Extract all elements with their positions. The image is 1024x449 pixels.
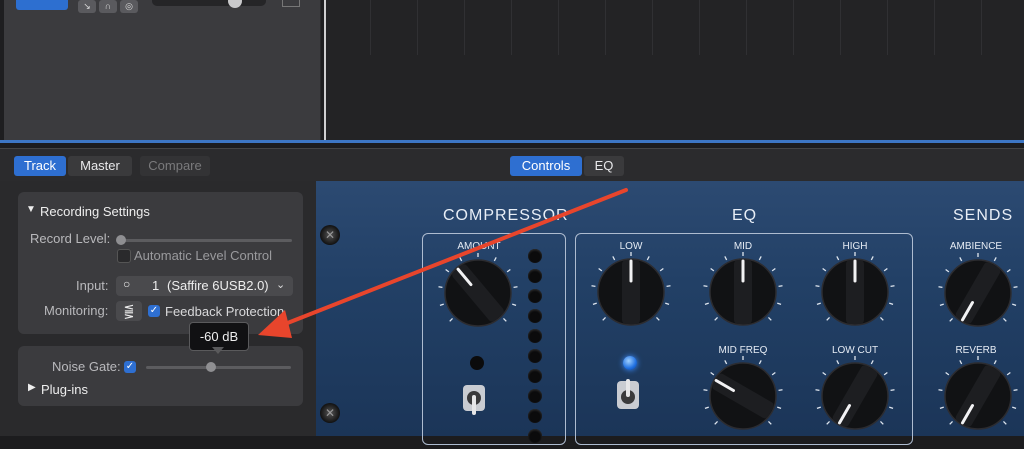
monitoring-icon[interactable]: ⪋ (116, 301, 142, 321)
noise-gate-group (18, 346, 303, 406)
chevron-down-icon: ⌄ (276, 279, 286, 291)
recording-settings-header[interactable]: Recording Settings (40, 204, 150, 219)
input-device: (Saffire 6USB2.0) (167, 278, 269, 293)
tab-eq[interactable]: EQ (584, 156, 624, 176)
mid-freq-knob[interactable] (701, 354, 785, 438)
plugins-label[interactable]: Plug-ins (41, 382, 88, 397)
track-volume-slider[interactable] (152, 0, 266, 6)
feedback-protection-label: Feedback Protection (165, 304, 285, 319)
sends-title: SENDS (953, 207, 1014, 224)
noise-gate-label: Noise Gate: (52, 359, 121, 374)
noise-gate-checkbox[interactable]: ✓ (124, 361, 136, 373)
mute-icon[interactable]: ↘ (78, 0, 96, 13)
eq-title: EQ (732, 207, 758, 224)
gain-reduction-meter (528, 249, 542, 449)
input-label: Input: (76, 278, 109, 293)
track-header[interactable] (4, 0, 321, 143)
noise-gate-slider[interactable] (146, 366, 291, 369)
input-select[interactable]: ○ 1 (Saffire 6USB2.0) ⌄ (116, 276, 293, 296)
track-icon-group: ↘ ∩ ◎ (78, 0, 144, 13)
compressor-toggle-switch[interactable] (462, 379, 486, 417)
timeline[interactable] (326, 0, 1024, 143)
tab-master[interactable]: Master (68, 156, 132, 176)
record-level-label: Record Level: (30, 231, 111, 246)
disclosure-closed-icon[interactable]: ▶ (28, 382, 36, 393)
headphones-icon[interactable]: ∩ (99, 0, 117, 13)
track-number-button[interactable] (16, 0, 68, 10)
high-knob[interactable] (813, 250, 897, 334)
low-knob[interactable] (589, 250, 673, 334)
ambience-knob[interactable] (936, 251, 1020, 335)
track-pan-icon[interactable] (282, 0, 300, 7)
record-enable-icon[interactable]: ◎ (120, 0, 138, 13)
mono-input-icon: ○ (123, 277, 131, 291)
automatic-level-control-checkbox[interactable] (117, 249, 131, 263)
eq-led (623, 356, 637, 370)
eq-toggle-switch[interactable] (616, 377, 640, 415)
screw-icon: ✕ (320, 403, 340, 423)
compressor-title: COMPRESSOR (443, 207, 569, 224)
low-cut-knob[interactable] (813, 354, 897, 438)
tab-controls[interactable]: Controls (510, 156, 582, 176)
selection-edge (0, 140, 1024, 143)
tab-track[interactable]: Track (14, 156, 66, 176)
input-channel: 1 (152, 278, 160, 293)
playhead[interactable] (324, 0, 326, 143)
record-level-knob[interactable] (116, 235, 126, 245)
tooltip-tail (212, 347, 224, 354)
amount-knob[interactable] (436, 251, 520, 335)
monitoring-label: Monitoring: (44, 303, 109, 318)
record-level-slider[interactable] (120, 239, 292, 242)
disclosure-open-icon[interactable]: ▼ (26, 204, 36, 215)
mid-knob[interactable] (701, 250, 785, 334)
compare-button[interactable]: Compare (140, 156, 210, 176)
feedback-protection-checkbox[interactable]: ✓ (148, 305, 160, 317)
compressor-led (470, 356, 484, 370)
amp-panel: ✕ ✕ COMPRESSOR EQ SENDS AMOUNT LOW MID H… (316, 181, 1024, 445)
automatic-level-control-label: Automatic Level Control (134, 248, 273, 263)
reverb-knob[interactable] (936, 354, 1020, 438)
screw-icon: ✕ (320, 225, 340, 245)
